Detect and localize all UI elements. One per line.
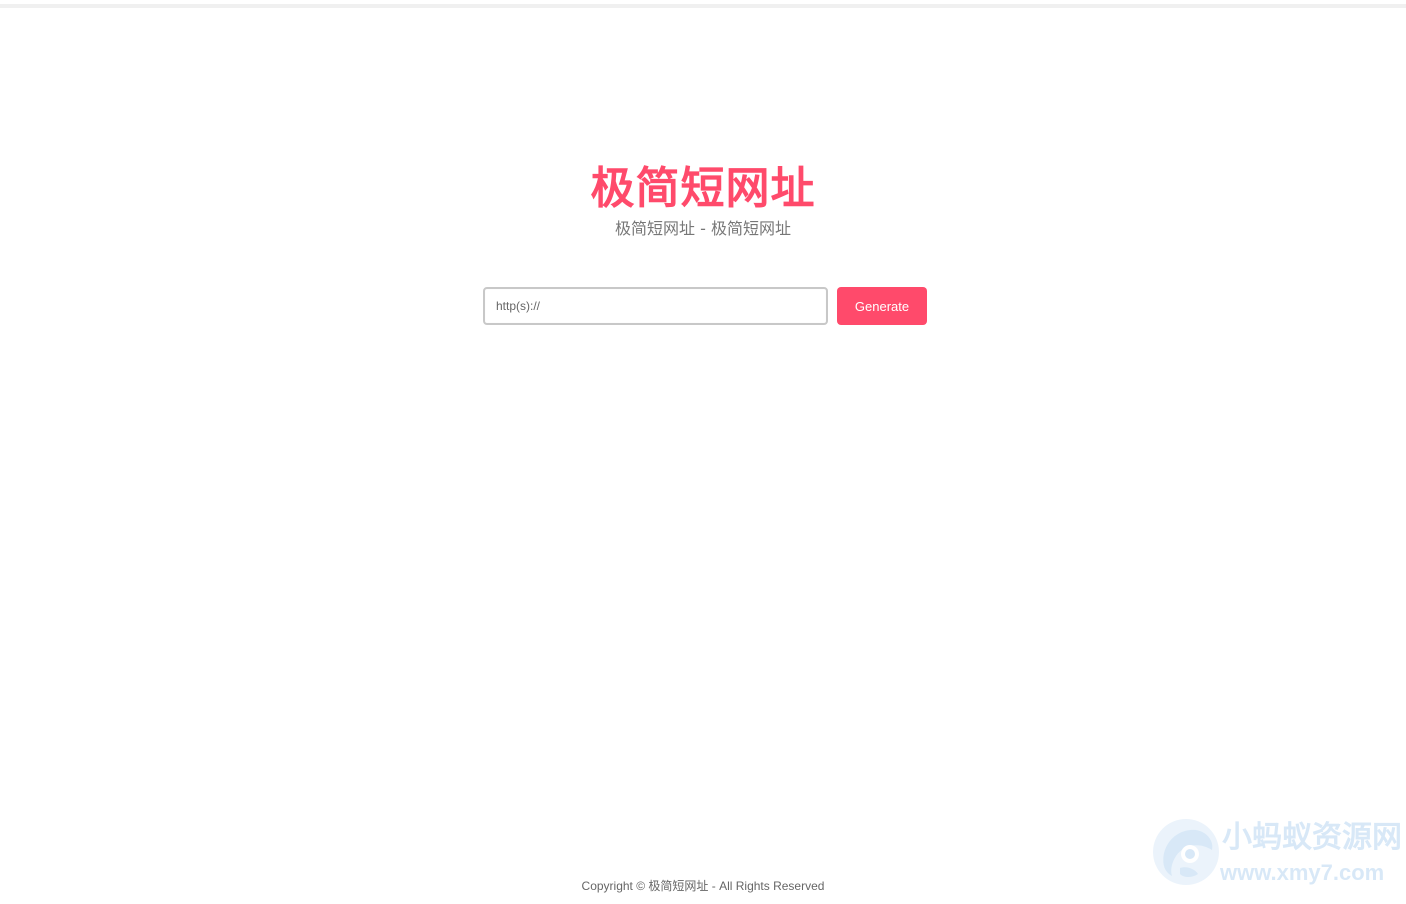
url-input[interactable] (483, 287, 828, 325)
page-subtitle: 极简短网址 - 极简短网址 (615, 219, 791, 238)
ant-logo-icon (1153, 819, 1219, 885)
page: 极简短网址 极简短网址 - 极简短网址 Generate Copyright ©… (0, 0, 1406, 904)
page-title: 极简短网址 (590, 163, 816, 214)
watermark: 小蚂蚁资源网 www.xmy7.com (1150, 816, 1404, 890)
watermark-name: 小蚂蚁资源网 (1222, 820, 1402, 855)
shorten-form: Generate (483, 287, 927, 325)
top-divider (0, 4, 1406, 8)
hero-header: 极简短网址 极简短网址 - 极简短网址 (0, 160, 1406, 240)
watermark-url: www.xmy7.com (1220, 860, 1385, 885)
generate-button[interactable]: Generate (837, 287, 927, 325)
